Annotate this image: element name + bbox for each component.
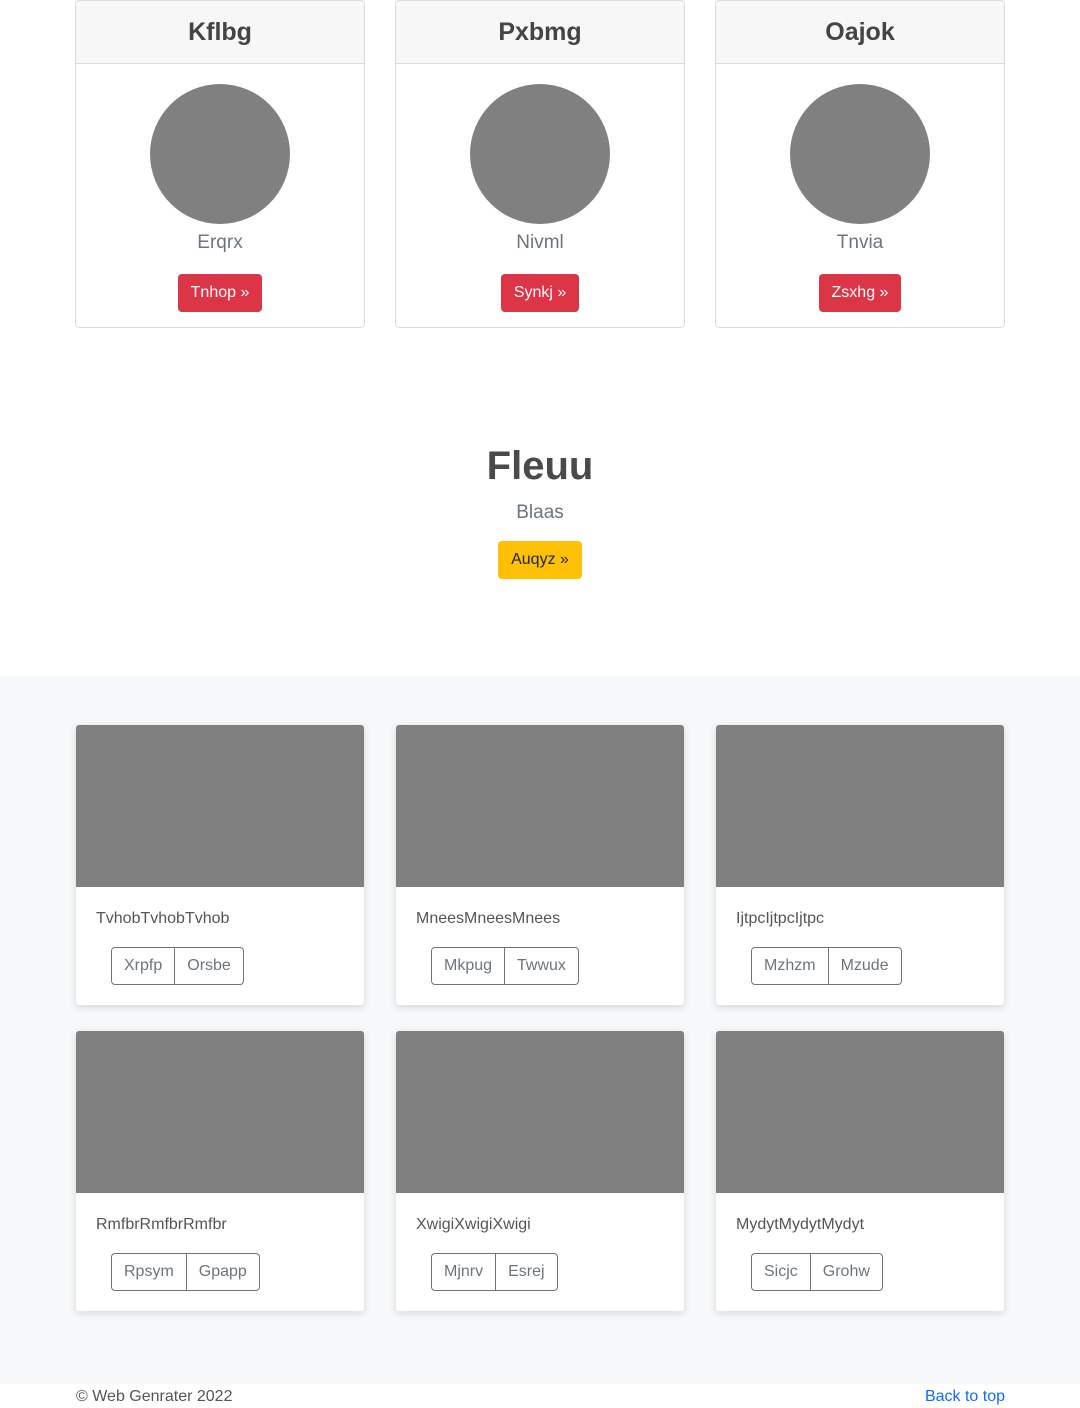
card-button[interactable]: Twwux [505, 947, 579, 985]
thumbnail-image [76, 725, 364, 887]
thumbnail-image [716, 1031, 1004, 1193]
hero-section: Fleuu Blaas Auqyz » [0, 440, 1080, 579]
card-button[interactable]: Mjnrv [431, 1253, 497, 1291]
album-card: MneesMneesMnees Mkpug Twwux [396, 725, 684, 1005]
card-button[interactable]: Rpsym [111, 1253, 187, 1291]
card-button[interactable]: Mzude [828, 947, 902, 985]
card-text: MneesMneesMnees [416, 910, 561, 927]
profile-action-button[interactable]: Synkj » [500, 274, 580, 312]
profile-card-title: Kflbg [76, 1, 364, 64]
button-group: Mkpug Twwux [431, 947, 579, 985]
album-section: TvhobTvhobTvhob Xrpfp Orsbe MneesMneesMn… [0, 676, 1080, 1384]
card-text: MydytMydytMydyt [736, 1216, 865, 1233]
button-group: Rpsym Gpapp [111, 1253, 260, 1291]
profile-card-title: Pxbmg [396, 1, 684, 64]
button-group: Sicjc Grohw [751, 1253, 883, 1291]
card-button[interactable]: Mkpug [431, 947, 506, 985]
album-card: IjtpcIjtpcIjtpc Mzhzm Mzude [716, 725, 1004, 1005]
profile-name: Nivml [516, 232, 564, 253]
profile-name: Tnvia [836, 232, 884, 253]
button-group: Mzhzm Mzude [751, 947, 902, 985]
avatar [790, 84, 930, 224]
card-text: IjtpcIjtpcIjtpc [736, 910, 825, 927]
profile-name: Erqrx [197, 232, 243, 253]
card-button[interactable]: Grohw [810, 1253, 883, 1291]
card-button[interactable]: Mzhzm [751, 947, 829, 985]
card-button[interactable]: Orsbe [175, 947, 244, 985]
thumbnail-image [396, 1031, 684, 1193]
profile-cards-row: Kflbg Erqrx Tnhop » Pxbmg Nivml Synkj » … [75, 0, 1005, 328]
profile-card: Oajok Tnvia Zsxhg » [715, 0, 1005, 328]
avatar [150, 84, 290, 224]
profile-action-button[interactable]: Zsxhg » [818, 274, 902, 312]
button-group: Mjnrv Esrej [431, 1253, 558, 1291]
back-to-top-link[interactable]: Back to top [925, 1388, 1005, 1406]
profile-card: Kflbg Erqrx Tnhop » [75, 0, 365, 328]
profile-card-title: Oajok [716, 1, 1004, 64]
album-card: RmfbrRmfbrRmfbr Rpsym Gpapp [76, 1031, 364, 1311]
hero-subtitle: Blaas [516, 502, 564, 523]
profile-card: Pxbmg Nivml Synkj » [395, 0, 685, 328]
card-button[interactable]: Xrpfp [111, 947, 176, 985]
card-text: XwigiXwigiXwigi [416, 1216, 531, 1233]
thumbnail-image [76, 1031, 364, 1193]
thumbnail-image [396, 725, 684, 887]
hero-button[interactable]: Auqyz » [498, 541, 582, 579]
avatar [470, 84, 610, 224]
album-card: XwigiXwigiXwigi Mjnrv Esrej [396, 1031, 684, 1311]
card-text: RmfbrRmfbrRmfbr [96, 1216, 227, 1233]
card-button[interactable]: Esrej [496, 1253, 558, 1291]
album-card: TvhobTvhobTvhob Xrpfp Orsbe [76, 725, 364, 1005]
card-text: TvhobTvhobTvhob [96, 910, 230, 927]
card-button[interactable]: Gpapp [186, 1253, 260, 1291]
button-group: Xrpfp Orsbe [111, 947, 244, 985]
card-button[interactable]: Sicjc [751, 1253, 811, 1291]
hero-title: Fleuu [486, 444, 594, 488]
copyright-text: © Web Genrater 2022 [76, 1388, 233, 1405]
profile-action-button[interactable]: Tnhop » [177, 274, 263, 312]
album-card: MydytMydytMydyt Sicjc Grohw [716, 1031, 1004, 1311]
thumbnail-image [716, 725, 1004, 887]
footer: © Web Genrater 2022 Back to top [0, 1384, 1080, 1408]
